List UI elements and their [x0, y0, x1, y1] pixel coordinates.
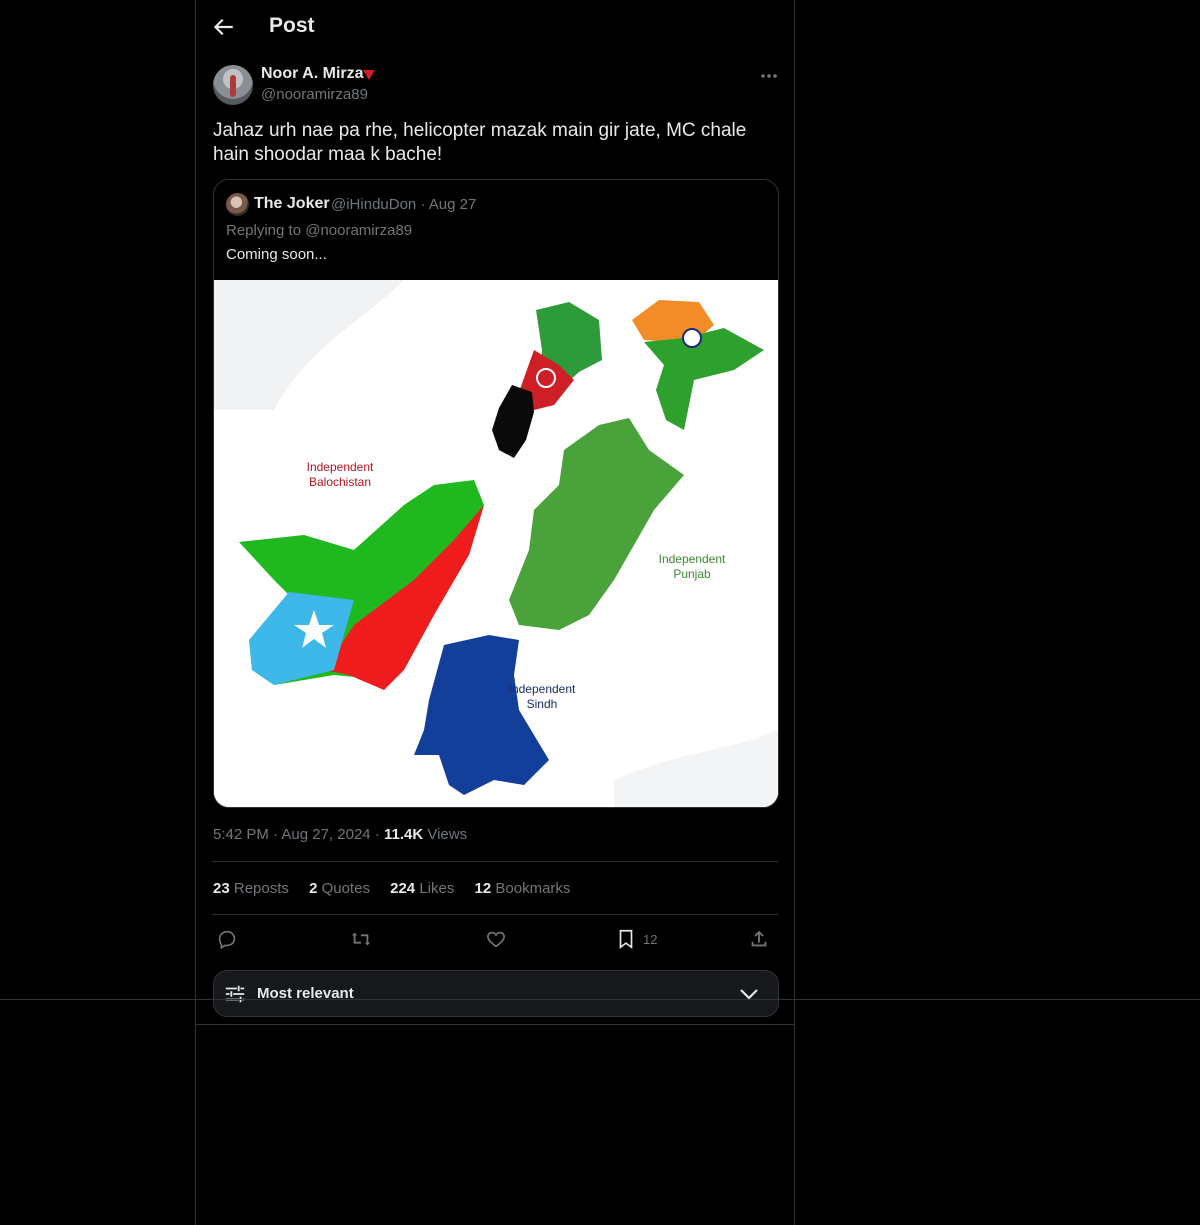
- divider-timestamp: [212, 861, 778, 862]
- map-label-sindh-1: Independent: [509, 682, 576, 696]
- quoted-author-name[interactable]: The Joker: [254, 195, 330, 213]
- quoted-map-image[interactable]: Independent Balochistan Independent Punj…: [214, 280, 778, 807]
- repost-button[interactable]: [350, 925, 372, 953]
- reply-button[interactable]: [216, 925, 238, 953]
- quoted-author-handle[interactable]: @iHinduDon: [331, 196, 416, 213]
- bookmark-icon: [619, 929, 633, 949]
- author-avatar[interactable]: [213, 65, 253, 105]
- quoted-author-avatar[interactable]: [226, 193, 249, 216]
- timestamp-separator: ·: [374, 826, 384, 843]
- post-text: Jahaz urh nae pa rhe, helicopter mazak m…: [213, 120, 747, 165]
- chevron-down-icon: [740, 989, 758, 1000]
- post-timestamp: 5:42 PM · Aug 27, 2024 · 11.4K Views: [213, 826, 467, 843]
- post-date[interactable]: Aug 27, 2024: [281, 826, 370, 843]
- quoted-date[interactable]: Aug 27: [429, 196, 477, 213]
- reposts-count: 23: [213, 880, 230, 897]
- bookmark-button[interactable]: 12: [615, 925, 657, 953]
- sliders-icon: [225, 985, 245, 1003]
- quoted-text: Coming soon...: [226, 246, 327, 263]
- divider-column-bottom: [195, 1024, 795, 1025]
- share-icon: [751, 930, 767, 947]
- red-triangle-icon: [363, 70, 375, 80]
- like-button[interactable]: [485, 925, 507, 953]
- post-time[interactable]: 5:42 PM: [213, 826, 269, 843]
- views-count: 11.4K: [383, 826, 424, 843]
- reposts-label: Reposts: [233, 880, 289, 897]
- meta-separator: ·: [420, 196, 429, 213]
- engagement-stats: 23 Reposts 2 Quotes 224 Likes 12 Bookmar…: [213, 880, 586, 897]
- sort-replies-dropdown[interactable]: Most relevant: [213, 970, 779, 1017]
- map-label-sindh-2: Sindh: [527, 697, 558, 711]
- repost-icon: [351, 932, 371, 946]
- author-name[interactable]: Noor A. Mirza: [261, 65, 364, 83]
- quoted-post[interactable]: The Joker @iHinduDon · Aug 27 Replying t…: [213, 179, 779, 808]
- likes-count: 224: [390, 880, 416, 897]
- action-bar: 12: [213, 925, 777, 953]
- map-label-punjab-1: Independent: [659, 552, 726, 566]
- quotes-label: Quotes: [321, 880, 370, 897]
- likes-label: Likes: [419, 880, 455, 897]
- replying-to[interactable]: Replying to @nooramirza89: [226, 222, 412, 239]
- bookmarks-stat[interactable]: 12 Bookmarks: [475, 880, 571, 897]
- divider-full-width: [0, 999, 1200, 1000]
- bookmarks-count: 12: [474, 880, 492, 897]
- map-label-balochistan-1: Independent: [307, 460, 374, 474]
- header-spacer: [195, 53, 795, 54]
- bookmarks-label: Bookmarks: [495, 880, 571, 897]
- likes-stat[interactable]: 224 Likes: [390, 880, 454, 897]
- map-label-punjab-2: Punjab: [673, 567, 711, 581]
- quotes-count: 2: [309, 880, 318, 897]
- quotes-stat[interactable]: 2 Quotes: [309, 880, 370, 897]
- header: Post: [196, 0, 794, 53]
- share-button[interactable]: [748, 925, 770, 953]
- views-label: Views: [427, 826, 468, 843]
- divider-stats: [212, 914, 778, 915]
- map-label-balochistan-2: Balochistan: [309, 475, 371, 489]
- reposts-stat[interactable]: 23 Reposts: [213, 880, 289, 897]
- back-arrow-icon[interactable]: [210, 14, 236, 40]
- bookmark-count: 12: [643, 931, 658, 947]
- page-title: Post: [269, 14, 315, 37]
- reply-icon: [218, 930, 236, 950]
- author-handle[interactable]: @nooramirza89: [261, 86, 368, 103]
- heart-icon: [487, 931, 505, 948]
- quoted-meta: @iHinduDon · Aug 27: [331, 196, 476, 213]
- more-options-icon[interactable]: [754, 66, 784, 86]
- main-column: Post Noor A. Mirza @nooramirza89 Jahaz u…: [195, 0, 795, 1225]
